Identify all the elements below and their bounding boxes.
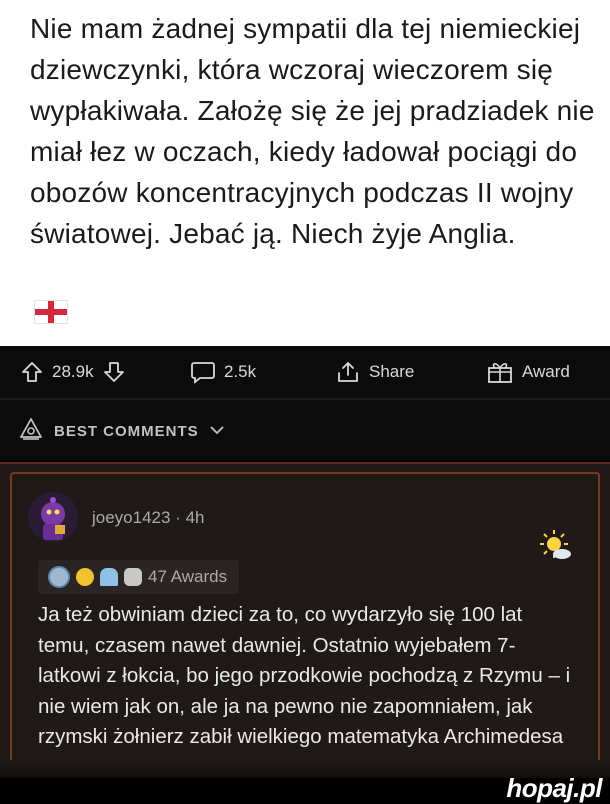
award-icon (486, 359, 514, 385)
share-button[interactable]: Share (335, 346, 414, 398)
downvote-icon[interactable] (102, 360, 126, 384)
gold-award-icon (76, 568, 94, 586)
hug-award-icon (124, 568, 142, 586)
comment-icon (190, 360, 216, 384)
vote-group: 28.9k (20, 346, 126, 398)
comment-body: Ja też obwiniam dzieci za to, co wydarzy… (38, 603, 571, 779)
awards-count: 47 Awards (148, 567, 228, 586)
share-icon (335, 360, 361, 384)
comment-card: joeyo1423 · 4h 47 Awards Ja też obwiniam… (0, 462, 610, 794)
post-card: Nie mam żadnej sympatii dla tej niemieck… (0, 0, 610, 346)
award-button[interactable]: Award (486, 346, 570, 398)
england-flag-icon (34, 300, 68, 324)
comment-frame: joeyo1423 · 4h 47 Awards Ja też obwiniam… (10, 472, 600, 786)
comments-button[interactable]: 2.5k (190, 346, 256, 398)
sun-award-icon (538, 528, 574, 564)
upvote-icon[interactable] (20, 360, 44, 384)
watermark-logo: hopaj.pl (506, 773, 602, 803)
sort-dropdown[interactable]: BEST COMMENTS (18, 416, 225, 446)
post-text: Nie mam żadnej sympatii dla tej niemieck… (30, 13, 595, 249)
post-action-bar: 28.9k 2.5k Share Award (0, 346, 610, 398)
comment-count: 2.5k (224, 362, 257, 381)
sort-bar: BEST COMMENTS (0, 400, 610, 460)
sort-icon (18, 416, 44, 446)
share-label: Share (369, 362, 415, 381)
award-label: Award (522, 362, 570, 381)
silver-award-icon (48, 566, 70, 588)
avatar[interactable] (28, 492, 78, 542)
sort-label: BEST COMMENTS (54, 422, 199, 440)
comment-author[interactable]: joeyo1423 (92, 508, 170, 527)
comment-time: 4h (185, 508, 205, 527)
upvote-count: 28.9k (52, 362, 94, 381)
comment-meta: joeyo1423 · 4h (92, 508, 205, 528)
awards-row[interactable]: 47 Awards (38, 560, 240, 594)
meta-separator: · (175, 508, 186, 527)
wholesome-award-icon (100, 568, 118, 586)
chevron-down-icon (209, 423, 225, 440)
